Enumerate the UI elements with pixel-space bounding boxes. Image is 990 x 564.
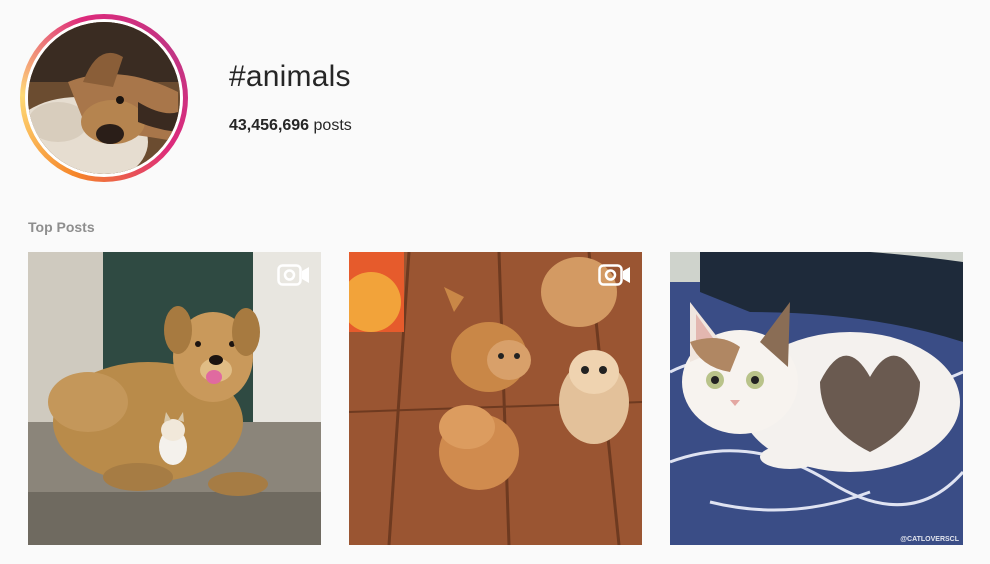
post-count-value: 43,456,696 bbox=[229, 117, 310, 134]
post-count: 43,456,696 posts bbox=[229, 116, 352, 136]
post-tile-1[interactable] bbox=[28, 252, 321, 545]
top-posts-grid: @CATLOVERSCL bbox=[28, 252, 963, 545]
post-image bbox=[670, 252, 963, 545]
post-watermark: @CATLOVERSCL bbox=[900, 536, 959, 543]
hashtag-title: #animals bbox=[229, 60, 351, 93]
avatar-image bbox=[28, 22, 180, 174]
post-tile-2[interactable] bbox=[349, 252, 642, 545]
post-count-suffix: posts bbox=[313, 117, 352, 134]
video-camera-icon bbox=[277, 264, 309, 286]
top-posts-heading: Top Posts bbox=[28, 219, 95, 235]
post-image bbox=[28, 252, 321, 545]
post-tile-3[interactable]: @CATLOVERSCL bbox=[670, 252, 963, 545]
post-image bbox=[349, 252, 642, 545]
avatar-border bbox=[25, 19, 183, 177]
video-camera-icon bbox=[598, 264, 630, 286]
hashtag-avatar[interactable] bbox=[20, 14, 188, 182]
